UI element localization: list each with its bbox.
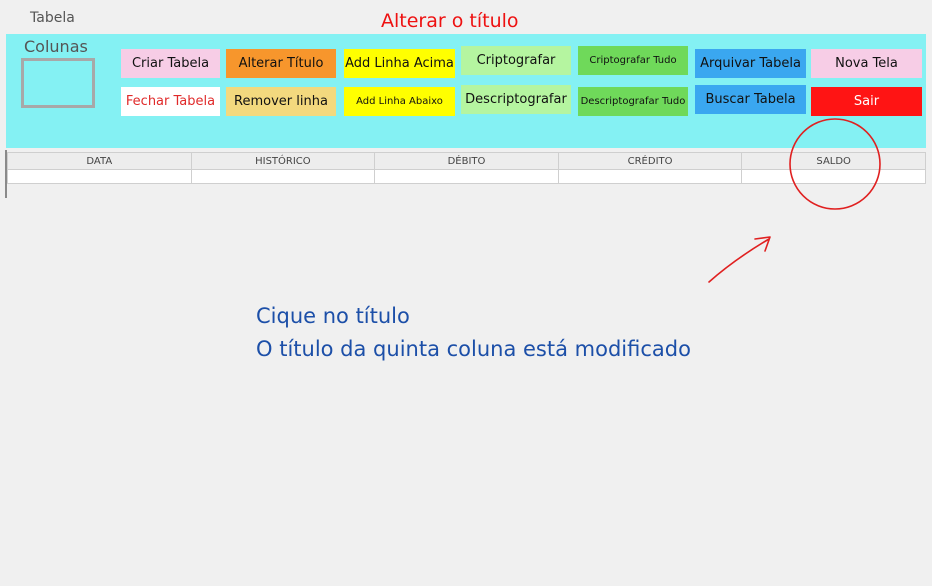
columns-input[interactable] xyxy=(21,58,95,108)
sair-button[interactable]: Sair xyxy=(811,87,922,116)
criptografar-button[interactable]: Criptografar xyxy=(461,46,571,75)
column-header-historico[interactable]: HISTÓRICO xyxy=(192,153,376,169)
page-title: Alterar o título xyxy=(381,10,519,32)
criptografar-tudo-button[interactable]: Criptografar Tudo xyxy=(578,46,688,75)
column-header-debito[interactable]: DÉBITO xyxy=(375,153,559,169)
table-cell[interactable] xyxy=(192,170,376,183)
descriptografar-button[interactable]: Descriptografar xyxy=(461,85,571,114)
nova-tela-button[interactable]: Nova Tela xyxy=(811,49,922,78)
add-linha-acima-button[interactable]: Add Linha Acima xyxy=(344,49,455,78)
table-cell[interactable] xyxy=(742,170,925,183)
table-cell[interactable] xyxy=(8,170,192,183)
annotation-arrow-icon xyxy=(708,236,771,283)
instruction-text-2: O título da quinta coluna está modificad… xyxy=(256,337,691,361)
descriptografar-tudo-button[interactable]: Descriptografar Tudo xyxy=(578,87,688,116)
arquivar-tabela-button[interactable]: Arquivar Tabela xyxy=(695,49,806,78)
fechar-tabela-button[interactable]: Fechar Tabela xyxy=(121,87,220,116)
table-cell[interactable] xyxy=(559,170,743,183)
buscar-tabela-button[interactable]: Buscar Tabela xyxy=(695,85,806,114)
criar-tabela-button[interactable]: Criar Tabela xyxy=(121,49,220,78)
table-row xyxy=(7,170,926,184)
column-header-saldo[interactable]: SALDO xyxy=(742,153,925,169)
add-linha-abaixo-button[interactable]: Add Linha Abaixo xyxy=(344,87,455,116)
app-label: Tabela xyxy=(30,10,75,26)
instruction-text-1: Cique no título xyxy=(256,304,410,328)
columns-label: Colunas xyxy=(24,37,88,56)
table-header: DATA HISTÓRICO DÉBITO CRÉDITO SALDO xyxy=(7,152,926,170)
column-header-data[interactable]: DATA xyxy=(8,153,192,169)
column-header-credito[interactable]: CRÉDITO xyxy=(559,153,743,169)
table-cell[interactable] xyxy=(375,170,559,183)
alterar-titulo-button[interactable]: Alterar Título xyxy=(226,49,336,78)
remover-linha-button[interactable]: Remover linha xyxy=(226,87,336,116)
